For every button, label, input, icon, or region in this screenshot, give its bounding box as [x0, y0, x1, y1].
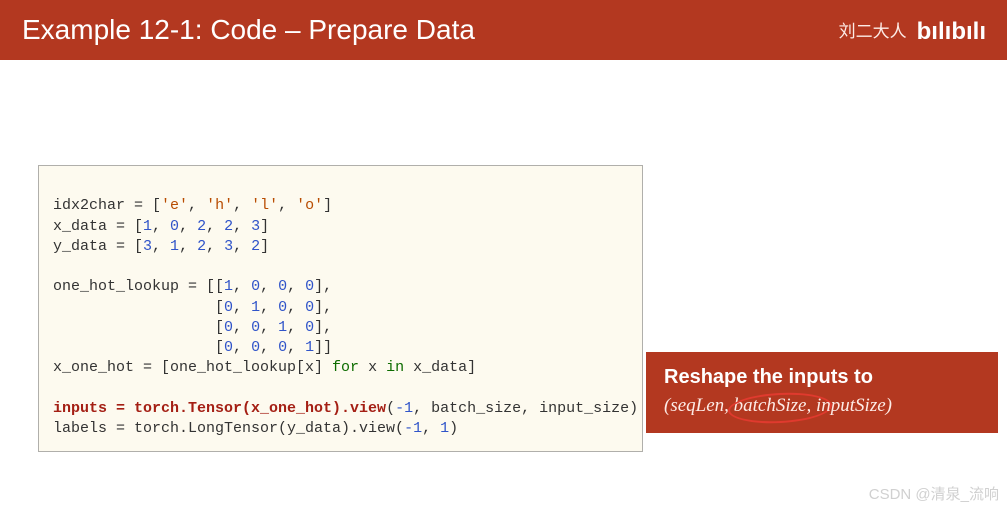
code-line: x_data = [1, 0, 2, 2, 3]	[53, 218, 269, 235]
title-right-cluster: 刘二大人 bılıbılı	[839, 16, 985, 44]
title-bar: Example 12-1: Code – Prepare Data 刘二大人 b…	[0, 0, 1007, 60]
term-seqlen: seqLen	[670, 395, 724, 417]
code-line: one_hot_lookup = [[1, 0, 0, 0],	[53, 278, 332, 295]
code-line: [0, 0, 0, 1]]	[53, 339, 332, 356]
annotation-heading: Reshape the inputs to	[664, 366, 980, 389]
slide-title: Example 12-1: Code – Prepare Data	[22, 14, 475, 46]
code-line: x_one_hot = [one_hot_lookup[x] for x in …	[53, 359, 476, 376]
annotation-formula: (seqLen, batchSize, inputSize)	[664, 395, 980, 417]
bilibili-logo-icon: bılıbılı	[917, 18, 985, 46]
code-block: idx2char = ['e', 'h', 'l', 'o'] x_data =…	[38, 165, 643, 452]
term-batchsize-circled: batchSize	[734, 395, 807, 417]
code-line-emphasis: inputs = torch.Tensor(x_one_hot).view(-1…	[53, 400, 638, 417]
annotation-box: Reshape the inputs to (seqLen, batchSize…	[646, 352, 998, 433]
watermark: CSDN @清泉_流响	[869, 483, 999, 504]
code-line: [0, 0, 1, 0],	[53, 319, 332, 336]
author-label: 刘二大人	[839, 17, 907, 42]
code-line: labels = torch.LongTensor(y_data).view(-…	[53, 420, 458, 437]
code-line: idx2char = ['e', 'h', 'l', 'o']	[53, 197, 332, 214]
term-inputsize: inputSize	[816, 395, 886, 417]
code-line: y_data = [3, 1, 2, 3, 2]	[53, 238, 269, 255]
code-line: [0, 1, 0, 0],	[53, 299, 332, 316]
